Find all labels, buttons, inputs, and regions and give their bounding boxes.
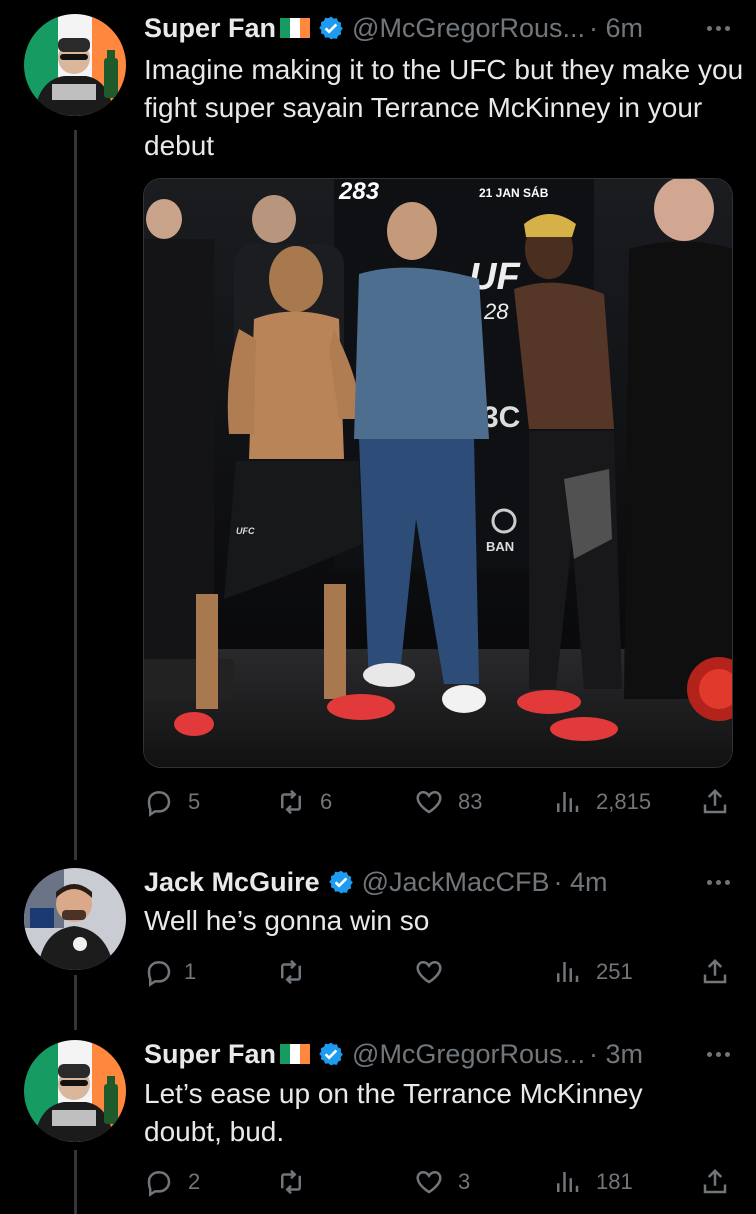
like-button[interactable]: 83: [414, 782, 482, 822]
share-icon: [703, 1168, 727, 1194]
reply-button[interactable]: 5: [144, 782, 200, 822]
tweet-media[interactable]: 283 21 JAN SÁB UF 28 3C BAN UFC: [143, 178, 733, 768]
reply-button[interactable]: 1: [144, 952, 196, 992]
timestamp[interactable]: · 4m: [554, 867, 608, 898]
share-button[interactable]: [700, 782, 730, 822]
views-button[interactable]: 251: [552, 952, 633, 992]
tweet-header: Super Fan @McGregorRous... · 3m: [144, 1034, 756, 1074]
share-icon: [703, 958, 727, 984]
like-icon: [416, 790, 442, 814]
tweet-text: Let’s ease up on the Terrance McKinney d…: [144, 1078, 643, 1147]
media-overlay-text: 28: [483, 299, 509, 324]
tweet-actions: 1 251: [144, 952, 734, 992]
retweet-icon: [281, 789, 301, 815]
reply-icon: [147, 791, 171, 817]
user-handle[interactable]: @JackMacCFB: [362, 867, 550, 898]
user-handle[interactable]: @McGregorRous...: [352, 1039, 585, 1070]
verified-badge-icon: [319, 1042, 343, 1066]
media-overlay-text: UFC: [236, 526, 255, 536]
tweet[interactable]: Jack McGuire @JackMacCFB · 4m Well he’s …: [0, 860, 756, 1020]
retweet-count: 6: [320, 789, 333, 814]
tweet-text: Imagine making it to the UFC but they ma…: [144, 54, 744, 161]
views-count: 2,815: [596, 789, 652, 814]
like-count: 3: [458, 1169, 471, 1194]
timestamp[interactable]: · 6m: [589, 13, 643, 44]
media-overlay-text: BAN: [486, 539, 514, 554]
like-button[interactable]: 3: [414, 1162, 470, 1202]
reply-button[interactable]: 2: [144, 1162, 200, 1202]
superfan-avatar-image: [24, 1040, 126, 1142]
display-name[interactable]: Super Fan: [144, 1039, 276, 1070]
like-icon: [416, 960, 442, 984]
media-overlay-text: 283: [338, 179, 380, 205]
retweet-button[interactable]: [276, 1162, 320, 1202]
display-name[interactable]: Super Fan: [144, 13, 276, 44]
timestamp[interactable]: · 3m: [589, 1039, 643, 1070]
views-button[interactable]: 181: [552, 1162, 633, 1202]
reply-icon: [147, 1171, 171, 1197]
media-overlay-text: 21 JAN SÁB: [479, 185, 549, 200]
verified-badge-icon: [328, 870, 353, 894]
views-button[interactable]: 2,815: [552, 782, 651, 822]
tweet-actions: 2 3 181: [144, 1162, 734, 1202]
views-icon: [557, 1172, 579, 1192]
views-count: 181: [596, 1169, 633, 1194]
reply-count: 2: [188, 1169, 201, 1194]
ireland-flag-icon: [280, 1044, 311, 1064]
retweet-button[interactable]: 6: [276, 782, 332, 822]
share-button[interactable]: [700, 1162, 730, 1202]
tweet[interactable]: Super Fan @McGregorRous... · 6m Imagine …: [0, 0, 756, 840]
tweet[interactable]: Super Fan @McGregorRous... · 3m Let’s ea…: [0, 1032, 756, 1214]
weigh-in-photo: 283 21 JAN SÁB UF 28 3C BAN UFC: [144, 179, 732, 767]
verified-badge-icon: [319, 16, 343, 40]
tweet-header: Super Fan @McGregorRous... · 6m: [144, 8, 756, 48]
views-icon: [557, 792, 579, 812]
avatar[interactable]: [24, 1040, 126, 1142]
avatar[interactable]: [24, 868, 126, 970]
ireland-flag-icon: [280, 18, 311, 38]
reply-count: 5: [188, 789, 201, 814]
retweet-button[interactable]: [276, 952, 320, 992]
share-icon: [703, 788, 727, 814]
display-name[interactable]: Jack McGuire: [144, 867, 320, 898]
user-handle[interactable]: @McGregorRous...: [352, 13, 585, 44]
avatar[interactable]: [24, 14, 126, 116]
reply-icon: [147, 961, 171, 987]
like-icon: [416, 1170, 442, 1194]
retweet-icon: [281, 1169, 301, 1195]
tweet-header: Jack McGuire @JackMacCFB · 4m: [144, 862, 756, 902]
views-icon: [557, 962, 579, 982]
more-icon[interactable]: [707, 8, 730, 48]
more-icon[interactable]: [707, 1034, 730, 1074]
jack-avatar-image: [24, 868, 126, 970]
tweet-text: Well he’s gonna win so: [144, 905, 430, 936]
like-button[interactable]: [414, 952, 458, 992]
views-count: 251: [596, 959, 633, 984]
tweet-actions: 5 6 83 2,815: [144, 782, 734, 822]
retweet-icon: [281, 959, 301, 985]
reply-count: 1: [184, 959, 197, 984]
share-button[interactable]: [700, 952, 730, 992]
more-icon[interactable]: [707, 862, 730, 902]
like-count: 83: [458, 789, 483, 814]
superfan-avatar-image: [24, 14, 126, 116]
